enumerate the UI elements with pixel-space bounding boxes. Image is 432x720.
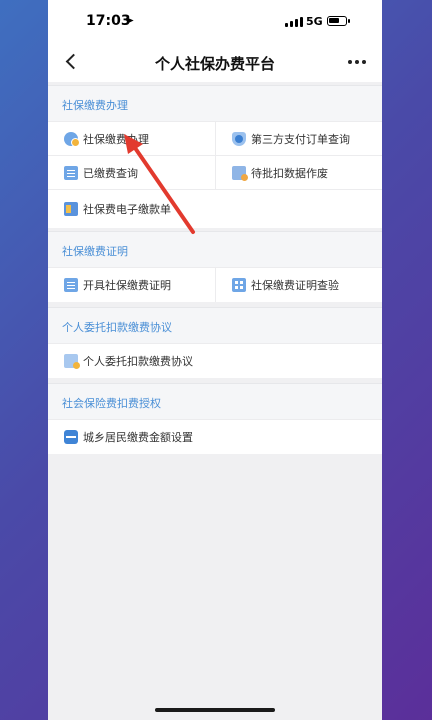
menu-item-label: 个人委托扣款缴费协议 [83,355,193,368]
menu-item-label: 社保费电子缴款单 [83,203,171,216]
signal-icon [285,17,303,27]
section-header: 社保缴费证明 [48,231,382,268]
section-title: 社保缴费办理 [62,99,128,112]
section-header: 社会保险费扣费授权 [48,383,382,420]
pending-document-icon [232,166,248,181]
menu-row: 开具社保缴费证明 社保缴费证明查验 [48,267,382,302]
agreement-icon [64,354,80,369]
more-menu-button[interactable] [344,53,370,71]
battery-icon [327,16,350,26]
menu-item-label: 已缴费查询 [83,167,138,180]
status-bar: 17:03 ➤ 5G [48,0,382,42]
user-badge-icon [64,132,80,147]
menu-row: 个人委托扣款缴费协议 [48,343,382,378]
menu-row: 社保费电子缴款单 [48,189,382,228]
section-title: 社会保险费扣费授权 [62,397,161,410]
status-time: 17:03 [86,13,131,29]
menu-row: 社保缴费办理 第三方支付订单查询 [48,121,382,156]
menu-row: 已缴费查询 待批扣数据作废 [48,155,382,190]
menu-item-resident-payment-amount-setting[interactable]: 城乡居民缴费金额设置 [48,420,382,454]
empty-area [48,454,382,720]
section-title: 个人委托扣款缴费协议 [62,321,172,334]
menu-item-issue-payment-certificate[interactable]: 开具社保缴费证明 [48,268,215,302]
location-arrow-icon: ➤ [125,14,135,27]
menu-item-third-party-order-query[interactable]: 第三方支付订单查询 [215,122,382,156]
verify-grid-icon [232,278,246,292]
section-header: 社保缴费办理 [48,85,382,122]
wallet-icon [64,430,78,444]
phone-screen: 17:03 ➤ 5G 个人社保办费平台 社保缴费办理 社保缴费办理 第三方支付订… [48,0,382,720]
document-icon [64,166,78,180]
menu-item-label: 社保缴费办理 [83,133,149,146]
menu-item-paid-query[interactable]: 已缴费查询 [48,156,215,190]
menu-item-void-pending-deduction[interactable]: 待批扣数据作废 [215,156,382,190]
section-title: 社保缴费证明 [62,245,128,258]
menu-item-label: 待批扣数据作废 [251,167,328,180]
network-type: 5G [306,15,323,28]
document-icon [64,278,78,292]
menu-item-electronic-payment-slip[interactable]: 社保费电子缴款单 [48,190,382,228]
page-title: 个人社保办费平台 [154,55,275,73]
menu-item-label: 城乡居民缴费金额设置 [83,431,193,444]
menu-row: 城乡居民缴费金额设置 [48,419,382,454]
shield-icon [232,132,246,146]
menu-item-label: 开具社保缴费证明 [83,279,171,292]
home-indicator[interactable] [155,708,275,712]
section-header: 个人委托扣款缴费协议 [48,307,382,344]
menu-item-verify-payment-certificate[interactable]: 社保缴费证明查验 [215,268,382,302]
menu-item-label: 第三方支付订单查询 [251,133,350,146]
menu-item-social-security-payment[interactable]: 社保缴费办理 [48,122,215,156]
nav-bar: 个人社保办费平台 [48,42,382,82]
menu-item-entrusted-deduction-agreement[interactable]: 个人委托扣款缴费协议 [48,344,382,378]
payment-card-icon [64,202,78,216]
menu-item-label: 社保缴费证明查验 [251,279,339,292]
